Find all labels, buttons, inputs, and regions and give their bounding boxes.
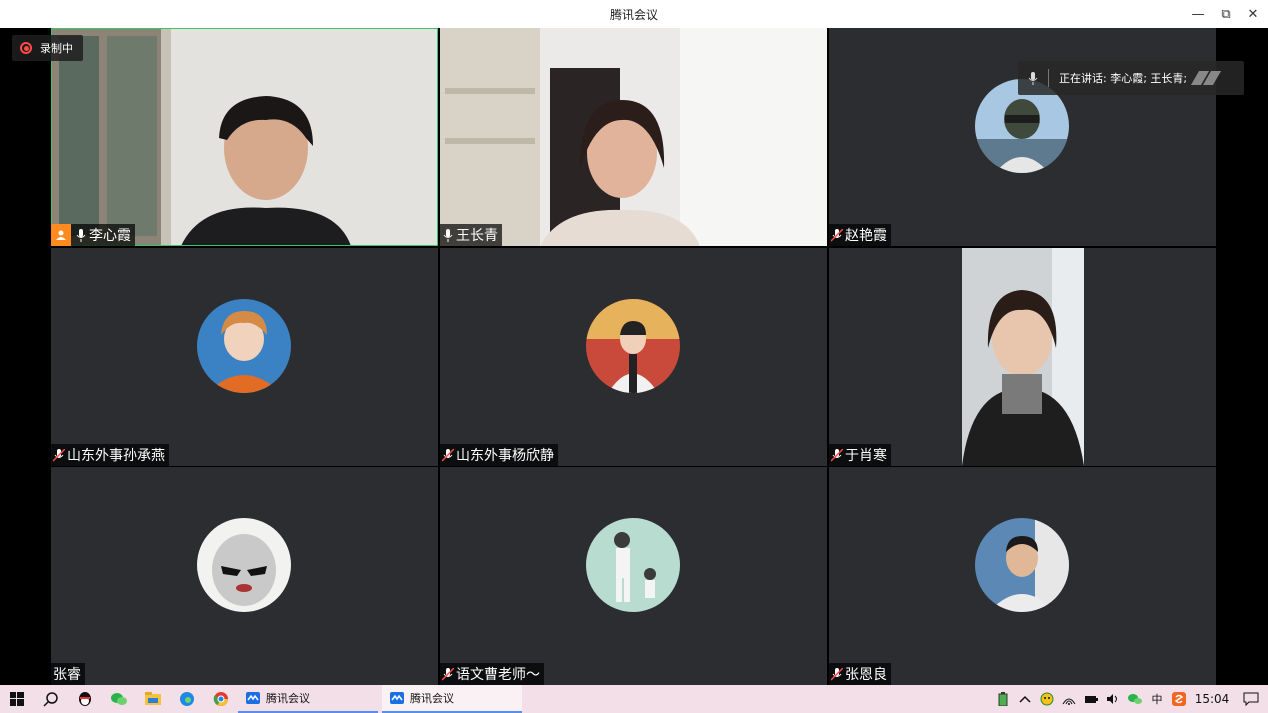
participant-avatar (975, 518, 1069, 612)
participant-name: 山东外事孙承燕 (67, 448, 165, 464)
participant-name: 张睿 (53, 667, 81, 683)
chevron-up-icon[interactable] (1014, 685, 1036, 713)
participant-avatar (197, 518, 291, 612)
participant-avatar (586, 299, 680, 393)
wechat-icon[interactable] (102, 685, 136, 713)
participant-grid: 李心霞 王长青 赵艳霞 山东外事孙承燕 山东外事杨欣静 于肖寒 张睿 语文曹老师… (51, 28, 1217, 685)
minimize-button[interactable]: — (1183, 0, 1213, 28)
microphone-muted-icon (442, 667, 454, 681)
battery-icon[interactable] (992, 685, 1014, 713)
participant-avatar (586, 518, 680, 612)
edge-browser-icon[interactable] (170, 685, 204, 713)
participant-name: 于肖寒 (845, 448, 887, 464)
speaking-label: 正在讲话: 李心霞; 王长青; (1059, 72, 1188, 85)
window-title: 腾讯会议 (609, 7, 658, 22)
participant-name-tag: 李心霞 (51, 224, 135, 246)
participant-name: 语文曹老师～ (456, 667, 540, 683)
participant-tile[interactable]: 李心霞 (51, 28, 438, 246)
participant-tile[interactable]: 语文曹老师～ (440, 467, 827, 685)
participant-name-tag: 张恩良 (829, 663, 891, 685)
participant-name-tag: 山东外事孙承燕 (51, 444, 169, 466)
wechat-tray-icon[interactable] (1124, 685, 1146, 713)
participant-name: 山东外事杨欣静 (456, 448, 554, 464)
participant-video (51, 28, 438, 246)
participant-name-tag: 张睿 (51, 663, 85, 685)
participant-tile[interactable]: 山东外事孙承燕 (51, 248, 438, 466)
network-icon[interactable] (1058, 685, 1080, 713)
search-icon[interactable] (34, 685, 68, 713)
participant-name-tag: 于肖寒 (829, 444, 891, 466)
ime-indicator[interactable]: 中 (1146, 685, 1168, 713)
qq-penguin-icon[interactable] (68, 685, 102, 713)
file-explorer-icon[interactable] (136, 685, 170, 713)
volume-bars-icon (1191, 71, 1222, 85)
participant-name-tag: 赵艳霞 (829, 224, 891, 246)
participant-video (962, 248, 1084, 466)
participant-tile[interactable]: 张睿 (51, 467, 438, 685)
participant-video (440, 28, 827, 246)
power-plug-icon[interactable] (1080, 685, 1102, 713)
participant-tile[interactable]: 于肖寒 (829, 248, 1216, 466)
microphone-muted-icon (53, 448, 65, 462)
recording-label: 录制中 (40, 42, 73, 55)
participant-tile[interactable]: 山东外事杨欣静 (440, 248, 827, 466)
participant-tile[interactable]: 王长青 (440, 28, 827, 246)
participant-name-tag: 语文曹老师～ (440, 663, 544, 685)
emoji-app-icon[interactable] (1036, 685, 1058, 713)
participant-name: 李心霞 (89, 228, 131, 244)
chrome-browser-icon[interactable] (204, 685, 238, 713)
speaking-indicator: 正在讲话: 李心霞; 王长青; (1018, 61, 1244, 95)
windows-taskbar: 腾讯会议 腾讯会议 中 15:04 (0, 685, 1268, 713)
microphone-muted-icon (831, 448, 843, 462)
microphone-muted-icon (831, 228, 843, 242)
taskbar-app-label: 腾讯会议 (266, 692, 310, 705)
restore-button[interactable]: ⧉ (1211, 0, 1241, 28)
system-tray: 中 15:04 (992, 685, 1268, 713)
participant-name-tag: 王长青 (440, 224, 502, 246)
microphone-muted-icon (831, 667, 843, 681)
participant-name: 赵艳霞 (845, 228, 887, 244)
sogou-input-icon[interactable] (1168, 685, 1190, 713)
participant-name: 王长青 (456, 228, 498, 244)
tencent-meeting-icon (390, 692, 404, 704)
participant-tile[interactable]: 张恩良 (829, 467, 1216, 685)
microphone-muted-icon (442, 448, 454, 462)
microphone-icon (1018, 71, 1048, 85)
clock[interactable]: 15:04 (1190, 692, 1234, 706)
close-button[interactable]: ✕ (1238, 0, 1268, 28)
microphone-on-icon (75, 228, 87, 242)
taskbar-app-tencent-meeting[interactable]: 腾讯会议 (238, 685, 378, 713)
tencent-meeting-icon (246, 692, 260, 704)
participant-name-tag: 山东外事杨欣静 (440, 444, 558, 466)
taskbar-app-tencent-meeting-active[interactable]: 腾讯会议 (382, 685, 522, 713)
participant-avatar (197, 299, 291, 393)
record-icon (20, 42, 32, 54)
volume-icon[interactable] (1102, 685, 1124, 713)
notification-icon[interactable] (1234, 685, 1268, 713)
window-titlebar: 腾讯会议 — ⧉ ✕ (0, 0, 1268, 28)
host-badge-icon (51, 224, 71, 246)
microphone-on-icon (442, 228, 454, 242)
participant-name: 张恩良 (845, 667, 887, 683)
divider (1048, 69, 1049, 87)
windows-start-icon[interactable] (0, 685, 34, 713)
recording-indicator[interactable]: 录制中 (12, 35, 83, 61)
taskbar-app-label: 腾讯会议 (410, 692, 454, 705)
